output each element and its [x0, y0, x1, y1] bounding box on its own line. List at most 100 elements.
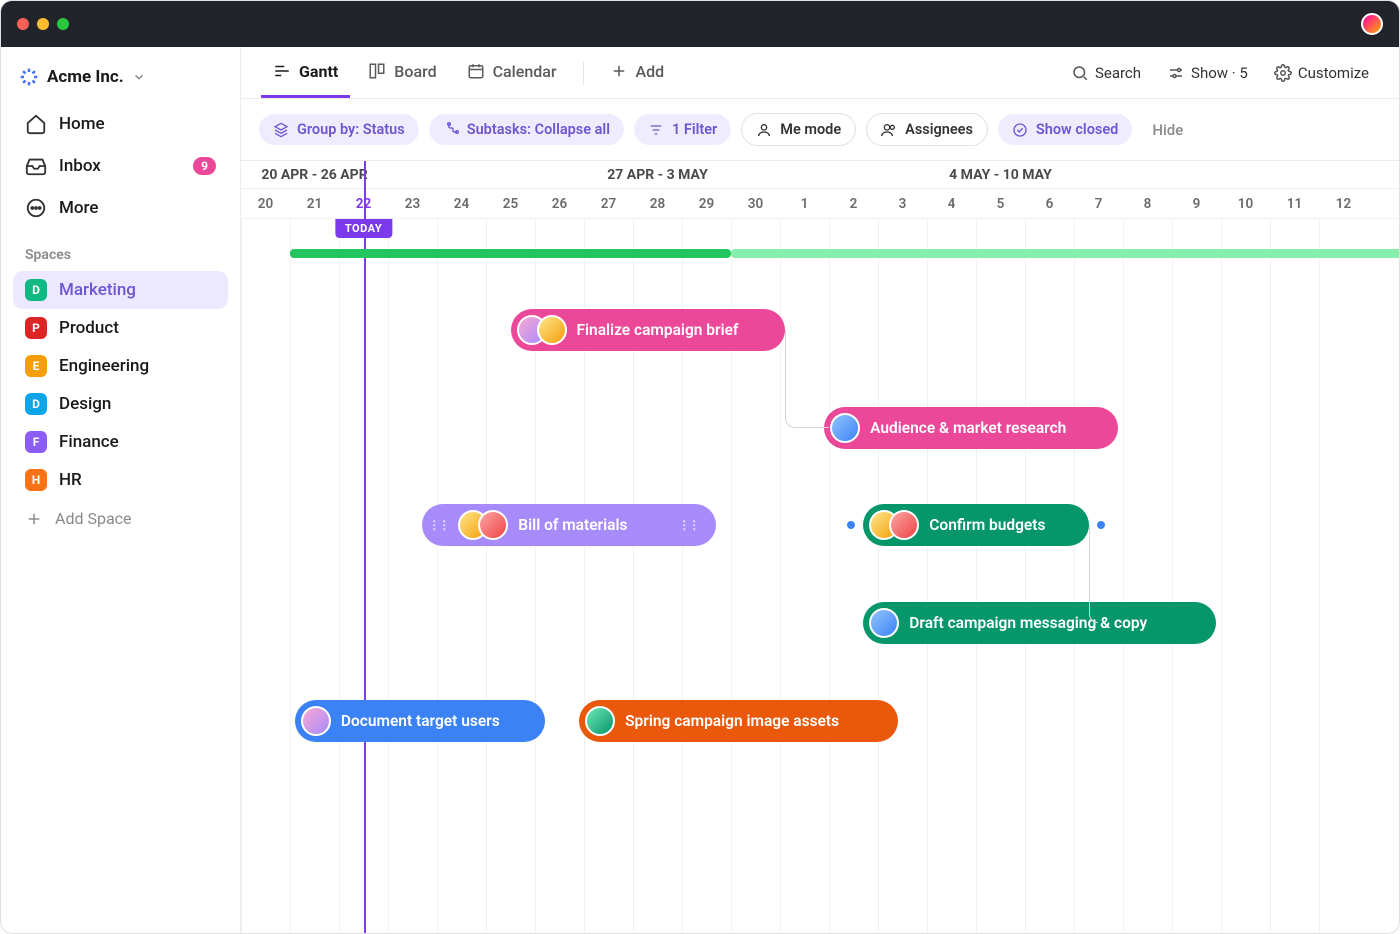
space-icon: H	[25, 469, 47, 491]
avatar[interactable]	[537, 315, 567, 345]
tab-calendar[interactable]: Calendar	[455, 48, 569, 98]
search-button[interactable]: Search	[1061, 56, 1151, 90]
day-header-cell[interactable]: 23	[388, 189, 437, 218]
day-header-cell[interactable]: 30	[731, 189, 780, 218]
day-header-cell[interactable]: 8	[1123, 189, 1172, 218]
drag-handle-icon[interactable]: ⋮⋮	[678, 518, 698, 532]
gantt-task-bar[interactable]: Audience & market research	[824, 407, 1118, 449]
dependency-dot[interactable]	[1097, 521, 1105, 529]
divider	[583, 61, 584, 85]
users-icon	[881, 122, 897, 138]
avatar[interactable]	[585, 706, 615, 736]
day-header-cell[interactable]: 2	[829, 189, 878, 218]
day-header-cell[interactable]: 27	[584, 189, 633, 218]
space-item[interactable]: HHR	[13, 461, 228, 499]
view-tab-bar: Gantt Board Calendar Add	[241, 47, 1399, 99]
day-header-cell[interactable]: 1	[780, 189, 829, 218]
day-header-cell[interactable]: 21	[290, 189, 339, 218]
day-header-cell[interactable]: 10	[1221, 189, 1270, 218]
assignee-avatars	[585, 706, 615, 736]
plus-icon	[610, 62, 628, 80]
window-titlebar	[1, 1, 1399, 47]
assignee-avatars	[458, 510, 508, 540]
avatar[interactable]	[889, 510, 919, 540]
gantt-task-bar[interactable]: Confirm budgets	[863, 504, 1088, 546]
pill-label: Me mode	[780, 121, 841, 138]
day-header-cell[interactable]: 4	[927, 189, 976, 218]
gantt-icon	[273, 62, 291, 80]
board-icon	[368, 62, 386, 80]
hide-filters-button[interactable]: Hide	[1142, 121, 1193, 139]
tab-label: Gantt	[299, 62, 338, 81]
day-header-cell[interactable]: 7	[1074, 189, 1123, 218]
gantt-task-bar[interactable]: Spring campaign image assets	[579, 700, 898, 742]
customize-button[interactable]: Customize	[1264, 56, 1379, 90]
add-space-button[interactable]: Add Space	[13, 499, 228, 538]
gantt-task-bar[interactable]: Draft campaign messaging & copy	[863, 602, 1216, 644]
day-header-cell[interactable]: 25	[486, 189, 535, 218]
day-header-cell[interactable]: 29	[682, 189, 731, 218]
avatar[interactable]	[869, 608, 899, 638]
nav-inbox[interactable]: Inbox 9	[13, 145, 228, 187]
show-closed-pill[interactable]: Show closed	[998, 114, 1132, 145]
gantt-task-bar[interactable]: Document target users	[295, 700, 545, 742]
search-label: Search	[1095, 64, 1141, 82]
more-icon	[25, 197, 47, 219]
pill-label: Group by: Status	[297, 121, 405, 138]
space-item[interactable]: PProduct	[13, 309, 228, 347]
day-header-cell[interactable]: 26	[535, 189, 584, 218]
show-button[interactable]: Show · 5	[1157, 56, 1258, 90]
maximize-window-icon[interactable]	[57, 18, 69, 30]
week-header-cell: 27 APR - 3 MAY	[486, 161, 829, 188]
drag-handle-icon[interactable]: ⋮⋮	[428, 518, 448, 532]
gear-icon	[1274, 64, 1292, 82]
workspace-name: Acme Inc.	[47, 67, 124, 87]
space-item[interactable]: EEngineering	[13, 347, 228, 385]
day-header-cell[interactable]: 6	[1025, 189, 1074, 218]
workspace-switcher[interactable]: Acme Inc.	[13, 61, 228, 103]
tab-board[interactable]: Board	[356, 48, 448, 98]
space-icon: D	[25, 393, 47, 415]
space-icon: P	[25, 317, 47, 339]
space-name: Finance	[59, 432, 119, 452]
sidebar: Acme Inc. Home Inbox 9 More Spaces DMark…	[1, 47, 241, 933]
gantt-timeline[interactable]: 20 APR - 26 APR27 APR - 3 MAY4 MAY - 10 …	[241, 160, 1399, 933]
day-header-cell[interactable]: 24	[437, 189, 486, 218]
layers-icon	[273, 122, 289, 138]
close-window-icon[interactable]	[17, 18, 29, 30]
subtasks-pill[interactable]: Subtasks: Collapse all	[429, 114, 624, 145]
tab-label: Board	[394, 62, 436, 81]
gantt-task-bar[interactable]: ⋮⋮Bill of materials⋮⋮	[422, 504, 716, 546]
me-mode-pill[interactable]: Me mode	[741, 113, 856, 146]
pill-label: Subtasks: Collapse all	[467, 121, 610, 138]
day-header-cell[interactable]: 5	[976, 189, 1025, 218]
filter-pill[interactable]: 1 Filter	[634, 114, 731, 145]
nav-home[interactable]: Home	[13, 103, 228, 145]
day-header-cell[interactable]: 11	[1270, 189, 1319, 218]
avatar[interactable]	[478, 510, 508, 540]
traffic-lights	[17, 18, 69, 30]
nav-more[interactable]: More	[13, 187, 228, 229]
avatar[interactable]	[830, 413, 860, 443]
day-header-cell[interactable]: 12	[1319, 189, 1368, 218]
gantt-task-bar[interactable]: Finalize campaign brief	[511, 309, 785, 351]
space-item[interactable]: DDesign	[13, 385, 228, 423]
day-header-cell[interactable]: 3	[878, 189, 927, 218]
search-icon	[1071, 64, 1089, 82]
assignees-pill[interactable]: Assignees	[866, 113, 988, 146]
day-header-cell[interactable]: 28	[633, 189, 682, 218]
dependency-dot[interactable]	[847, 521, 855, 529]
day-header-cell[interactable]: 9	[1172, 189, 1221, 218]
avatar[interactable]	[301, 706, 331, 736]
tab-gantt[interactable]: Gantt	[261, 48, 350, 98]
assignee-avatars	[830, 413, 860, 443]
current-user-avatar[interactable]	[1361, 13, 1383, 35]
group-by-pill[interactable]: Group by: Status	[259, 114, 419, 145]
space-item[interactable]: DMarketing	[13, 271, 228, 309]
space-item[interactable]: FFinance	[13, 423, 228, 461]
task-name: Audience & market research	[870, 419, 1066, 437]
minimize-window-icon[interactable]	[37, 18, 49, 30]
assignee-avatars	[869, 510, 919, 540]
add-view-button[interactable]: Add	[598, 48, 677, 98]
day-header-cell[interactable]: 20	[241, 189, 290, 218]
